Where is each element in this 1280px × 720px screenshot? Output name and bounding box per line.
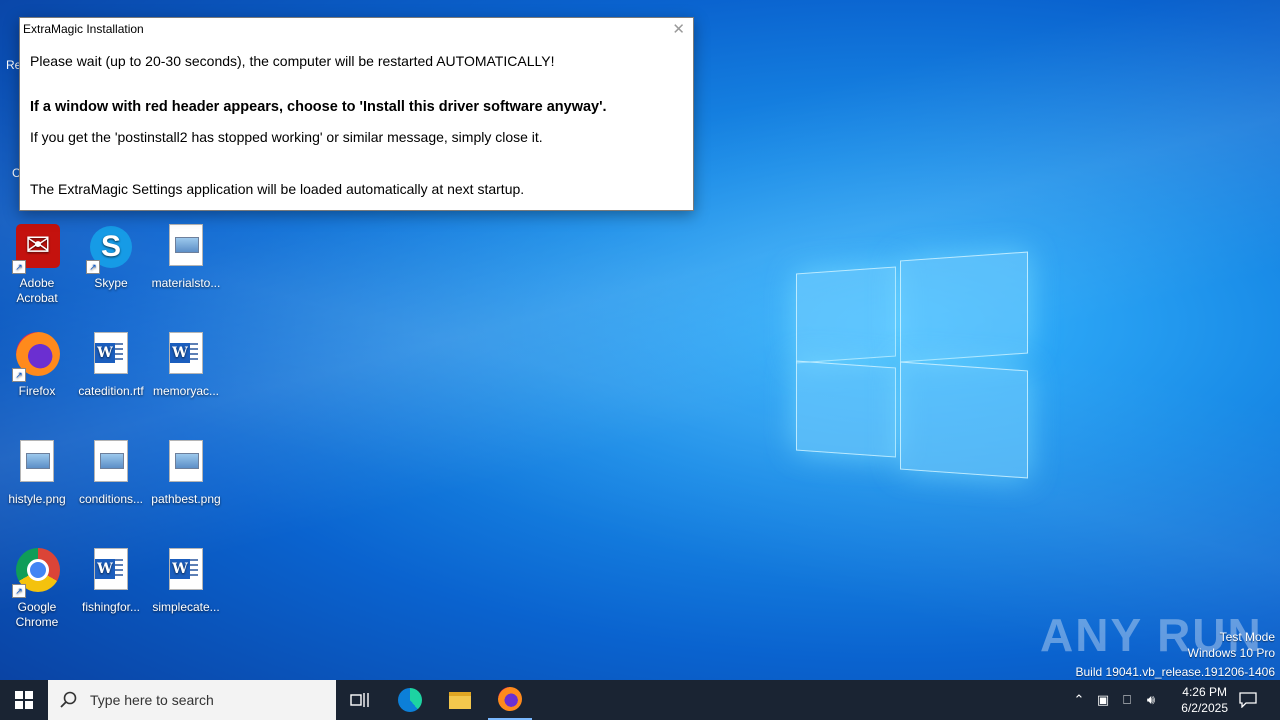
word-document-icon: W — [88, 332, 134, 378]
edge-icon — [398, 688, 422, 712]
firefox-icon: ↗ — [12, 332, 60, 382]
desktop-icon-label: catedition.rtf — [78, 384, 144, 398]
chevron-up-icon: ⌃ — [1073, 692, 1085, 707]
shortcut-arrow-icon: ↗ — [12, 584, 26, 598]
action-center-button[interactable] — [1236, 680, 1260, 720]
tray-meet-icon[interactable]: ▣ — [1094, 680, 1112, 720]
build-text: Build 19041.vb_release.191206-1406 — [1075, 665, 1276, 679]
dialog-message-postinstall: If you get the 'postinstall2 has stopped… — [30, 129, 543, 145]
dialog-message-settings: The ExtraMagic Settings application will… — [30, 181, 525, 197]
shortcut-arrow-icon: ↗ — [12, 368, 26, 382]
desktop-icon-label: Adobe Acrobat — [16, 276, 58, 305]
tray-network-icon[interactable]: ⎕ — [1117, 680, 1137, 720]
adobe-acrobat-icon: ✉ ↗ — [12, 224, 60, 274]
close-icon[interactable]: ✕ — [672, 20, 685, 38]
taskbar-search-box[interactable]: Type here to search — [48, 680, 336, 720]
test-mode-text: Test Mode — [1219, 630, 1275, 644]
desktop-icon-skype[interactable]: S ↗ Skype — [75, 224, 147, 291]
taskbar-clock[interactable]: 4:26 PM 6/2/2025 — [1181, 684, 1228, 716]
installation-dialog[interactable]: ExtraMagic Installation ✕ Please wait (u… — [19, 17, 694, 211]
desktop-icon-label: fishingfor... — [81, 600, 141, 614]
edge-taskbar-button[interactable] — [390, 680, 430, 720]
network-icon: ⎕ — [1123, 692, 1131, 707]
task-view-icon — [350, 693, 369, 707]
notification-icon — [1239, 692, 1257, 708]
windows-edition-text: Windows 10 Pro — [1187, 646, 1275, 660]
desktop-icon-label: memoryac... — [152, 384, 219, 398]
desktop-icon-label: simplecate... — [152, 600, 220, 614]
desktop-icon-word-doc[interactable]: W catedition.rtf — [75, 332, 147, 399]
start-button[interactable] — [0, 680, 48, 720]
firefox-icon — [498, 687, 522, 711]
desktop-icon-label: Skype — [94, 276, 128, 290]
word-document-icon: W — [88, 548, 134, 594]
desktop-icon-adobe-acrobat[interactable]: ✉ ↗ Adobe Acrobat — [1, 224, 73, 306]
shortcut-arrow-icon: ↗ — [86, 260, 100, 274]
desktop-icon-image-file[interactable]: conditions... — [75, 440, 147, 507]
speaker-icon: 🔊︎ — [1146, 692, 1156, 707]
dialog-message-red-header: If a window with red header appears, cho… — [30, 99, 607, 115]
image-file-icon — [14, 440, 60, 486]
clock-date: 6/2/2025 — [1181, 701, 1228, 715]
folder-icon — [449, 691, 471, 709]
taskbar: Type here to search ⌃ ▣ ⎕ 🔊︎ 4:26 PM 6/2… — [0, 680, 1280, 720]
desktop-icon-image-file[interactable]: materialsto... — [150, 224, 222, 291]
image-file-icon — [163, 224, 209, 270]
dialog-title: ExtraMagic Installation — [23, 22, 144, 36]
desktop-icon-image-file[interactable]: pathbest.png — [150, 440, 222, 507]
image-file-icon — [163, 440, 209, 486]
image-file-icon — [88, 440, 134, 486]
word-document-icon: W — [163, 332, 209, 378]
desktop-icon-label: conditions... — [78, 492, 144, 506]
shortcut-arrow-icon: ↗ — [12, 260, 26, 274]
desktop-icon-label: pathbest.png — [151, 492, 221, 506]
desktop-icon-google-chrome[interactable]: ↗ Google Chrome — [1, 548, 73, 630]
desktop-icon-word-doc[interactable]: W fishingfor... — [75, 548, 147, 615]
desktop-icon-word-doc[interactable]: W memoryac... — [150, 332, 222, 399]
tray-volume-icon[interactable]: 🔊︎ — [1141, 680, 1161, 720]
desktop-icon-label: histyle.png — [8, 492, 66, 506]
firefox-taskbar-button[interactable] — [488, 680, 532, 720]
file-explorer-taskbar-button[interactable] — [440, 680, 480, 720]
word-document-icon: W — [163, 548, 209, 594]
skype-icon: S ↗ — [86, 224, 134, 274]
desktop-icon-firefox[interactable]: ↗ Firefox — [1, 332, 73, 399]
desktop-icon-label: Firefox — [18, 384, 56, 398]
search-placeholder: Type here to search — [90, 692, 214, 708]
task-view-button[interactable] — [340, 680, 380, 720]
chrome-icon: ↗ — [12, 548, 60, 598]
desktop-icon-label: Google Chrome — [15, 600, 59, 629]
search-icon — [60, 691, 77, 708]
dialog-message-wait: Please wait (up to 20-30 seconds), the c… — [30, 53, 555, 69]
desktop-icon-label: materialsto... — [151, 276, 221, 290]
camera-icon: ▣ — [1096, 692, 1110, 707]
show-hidden-icons-button[interactable]: ⌃ — [1070, 680, 1088, 720]
desktop-icon-image-file[interactable]: histyle.png — [1, 440, 73, 507]
windows-logo-wallpaper — [796, 242, 1028, 479]
windows-start-icon — [15, 691, 33, 709]
clock-time: 4:26 PM — [1182, 685, 1227, 699]
desktop-icon-word-doc[interactable]: W simplecate... — [150, 548, 222, 615]
